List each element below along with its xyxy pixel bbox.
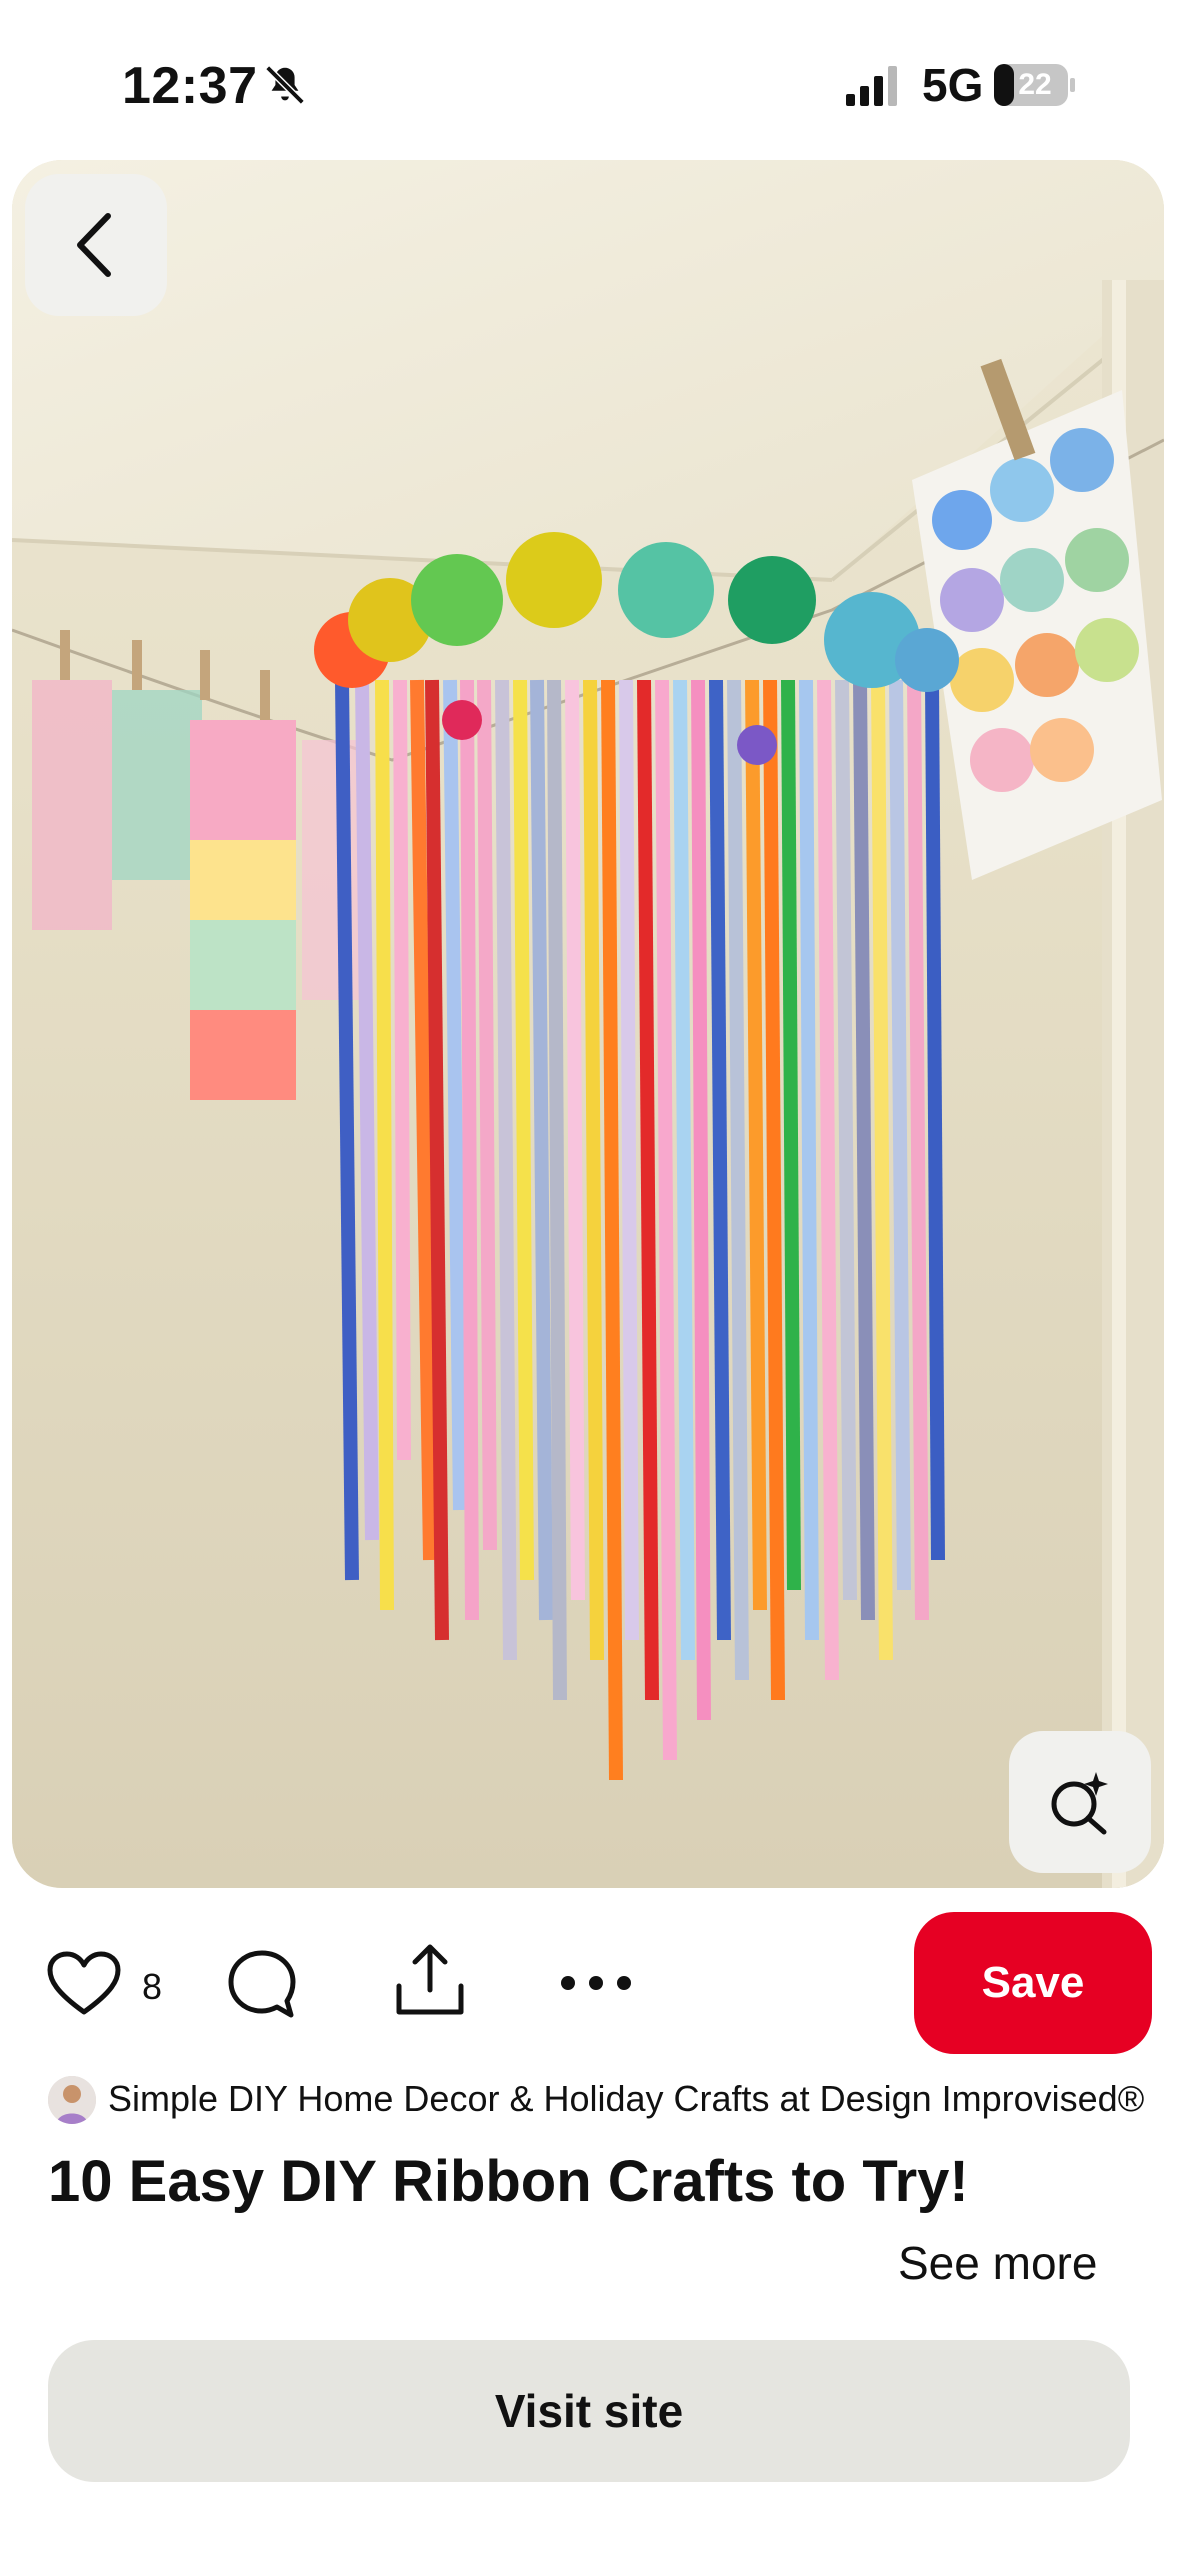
visual-search-icon — [1051, 1772, 1108, 1835]
creator-name[interactable]: Simple DIY Home Decor & Holiday Crafts a… — [108, 2078, 1144, 2120]
status-bar: 12:37 5G 22 — [0, 0, 1179, 160]
pin-image[interactable] — [12, 160, 1164, 1888]
pin-title: 10 Easy DIY Ribbon Crafts to Try! — [48, 2149, 969, 2214]
status-time: 12:37 — [122, 57, 258, 115]
avatar-image — [48, 2076, 96, 2124]
share-icon — [396, 1944, 464, 2015]
battery-level: 22 — [1018, 68, 1052, 101]
save-button[interactable]: Save — [914, 1912, 1152, 2054]
heart-icon — [47, 1951, 121, 2015]
network-type: 5G — [922, 59, 984, 111]
see-more-link[interactable]: See more — [898, 2236, 1097, 2290]
comment-button[interactable] — [222, 1944, 302, 2024]
signal-icon — [846, 66, 897, 106]
visual-search-button[interactable] — [1009, 1731, 1151, 1873]
bell-slash-icon — [265, 65, 305, 105]
more-icon — [561, 1976, 631, 1990]
chevron-left-icon — [77, 213, 111, 277]
share-button[interactable] — [390, 1938, 470, 2022]
comment-icon — [228, 1950, 296, 2018]
like-button[interactable] — [44, 1944, 124, 2024]
like-count: 8 — [142, 1966, 163, 2007]
more-button[interactable] — [556, 1958, 636, 2008]
back-button[interactable] — [25, 174, 167, 316]
creator-avatar[interactable] — [48, 2076, 96, 2124]
visit-site-button[interactable]: Visit site — [48, 2340, 1130, 2482]
ribbon-chandelier-photo — [12, 160, 1164, 1888]
